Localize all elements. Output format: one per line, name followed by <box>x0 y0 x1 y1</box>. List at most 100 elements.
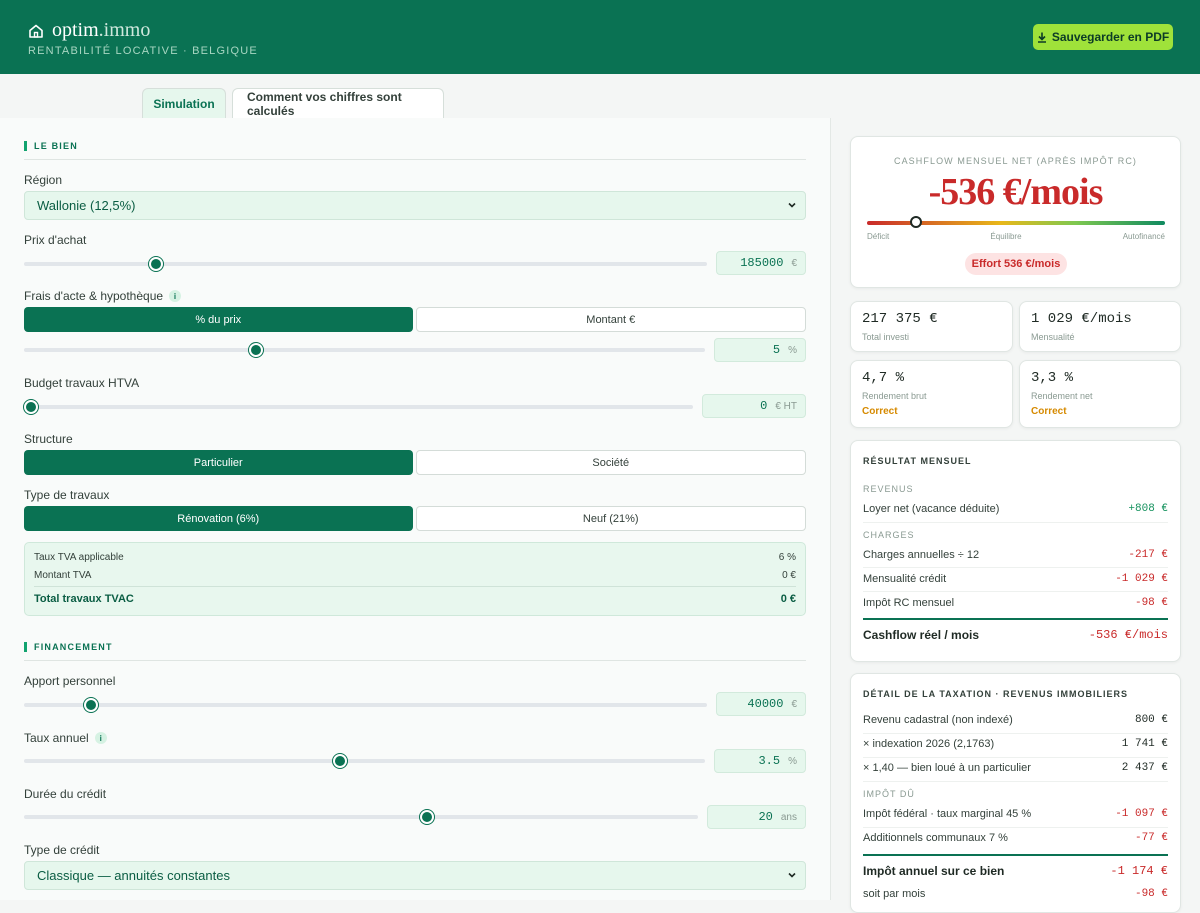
download-icon <box>1037 32 1046 43</box>
apport-label: Apport personnel <box>24 674 116 688</box>
kpi-value: 217 375 € <box>862 311 938 327</box>
type-travaux-renovation[interactable]: Rénovation (6%) <box>24 506 413 531</box>
row-label: Mensualité crédit <box>863 573 947 585</box>
frais-label-text: Frais d'acte & hypothèque <box>24 289 164 303</box>
section-divider <box>24 159 806 160</box>
frais-input[interactable]: 5 % <box>714 338 806 362</box>
total-divider <box>863 854 1168 856</box>
row-value: -98 € <box>1134 888 1168 900</box>
apport-input[interactable]: 40000 € <box>716 692 806 716</box>
prix-slider-track[interactable] <box>24 262 707 266</box>
row-divider <box>863 733 1168 734</box>
kpi-label: Rendement net <box>1031 391 1093 401</box>
info-icon[interactable]: i <box>94 732 107 744</box>
row-label: Revenu cadastral (non indexé) <box>863 714 1013 726</box>
prix-label: Prix d'achat <box>24 233 87 247</box>
structure-particulier[interactable]: Particulier <box>24 450 413 475</box>
communal-row: Additionnels communaux 7 % -77 € <box>863 832 1168 844</box>
tva-rate-label: Taux TVA applicable <box>34 552 124 563</box>
save-pdf-button[interactable]: Sauvegarder en PDF <box>1033 24 1173 50</box>
type-credit-select[interactable]: Classique — annuités constantes <box>24 861 806 890</box>
kpi-value: 4,7 % <box>862 370 905 386</box>
tva-total-value: 0 € <box>780 593 796 605</box>
cashflow-gauge-labels: Déficit Équilibre Autofinancé <box>867 232 1165 241</box>
row-value: -98 € <box>1134 597 1168 609</box>
frais-mode-amount[interactable]: Montant € <box>415 307 806 332</box>
tva-amount-row: Montant TVA 0 € <box>34 570 796 581</box>
total-divider <box>863 618 1168 620</box>
duree-slider-thumb[interactable] <box>420 810 434 824</box>
type-travaux-neuf[interactable]: Neuf (21%) <box>415 506 806 531</box>
group-label-impot: IMPÔT DÛ <box>863 789 915 799</box>
house-icon <box>29 24 43 38</box>
coefficient-row: × 1,40 — bien loué à un particulier 2 43… <box>863 762 1168 774</box>
group-label-revenus: REVENUS <box>863 484 914 494</box>
tab-calculation-explained[interactable]: Comment vos chiffres sont calculés <box>232 88 444 118</box>
region-label: Région <box>24 173 63 187</box>
structure-societe[interactable]: Société <box>415 450 806 475</box>
taux-input-value: 3.5 <box>758 754 781 768</box>
duree-input[interactable]: 20 ans <box>707 805 806 829</box>
tva-total-row: Total travaux TVAC 0 € <box>34 593 796 605</box>
travaux-label: Budget travaux HTVA <box>24 376 140 390</box>
info-icon[interactable]: i <box>169 290 182 302</box>
apport-input-value: 40000 <box>747 697 784 711</box>
row-divider <box>863 591 1168 592</box>
row-value: 1 741 € <box>1121 738 1168 750</box>
kpi-rating-badge: Correct <box>1031 406 1067 417</box>
save-pdf-label: Sauvegarder en PDF <box>1051 30 1170 44</box>
taux-input[interactable]: 3.5 % <box>714 749 806 773</box>
taxation-card: DÉTAIL DE LA TAXATION · REVENUS IMMOBILI… <box>850 673 1181 913</box>
frais-unit: % <box>788 344 797 356</box>
frais-mode-percent[interactable]: % du prix <box>24 307 413 332</box>
duree-unit: ans <box>780 811 797 823</box>
section-divider <box>24 660 806 661</box>
group-label-charges: CHARGES <box>863 530 915 540</box>
taux-slider-thumb[interactable] <box>332 754 347 768</box>
apport-slider-track[interactable] <box>24 703 707 707</box>
kpi-rating-badge: Correct <box>862 406 898 417</box>
region-select-value: Wallonie (12,5%) <box>37 198 136 213</box>
brand-name-main: optim <box>52 19 99 41</box>
apport-slider-thumb[interactable] <box>83 698 98 712</box>
prix-slider-thumb[interactable] <box>149 257 164 271</box>
tva-amount-value: 0 € <box>782 570 796 581</box>
tab-bar: Simulation Comment vos chiffres sont cal… <box>142 88 444 118</box>
tab-simulation[interactable]: Simulation <box>142 88 226 118</box>
rc-row: Revenu cadastral (non indexé) 800 € <box>863 714 1168 726</box>
taux-slider-track[interactable] <box>24 759 705 763</box>
prix-input-value: 185000 <box>740 256 784 270</box>
row-value: 800 € <box>1134 714 1168 726</box>
row-divider <box>863 757 1168 758</box>
chevron-down-icon <box>788 202 796 208</box>
frais-slider-thumb[interactable] <box>248 343 263 357</box>
travaux-input[interactable]: 0 € HT <box>702 394 806 418</box>
kpi-label: Rendement brut <box>862 391 927 401</box>
prix-input[interactable]: 185000 € <box>716 251 806 275</box>
structure-toggle: Particulier Société <box>24 450 806 475</box>
travaux-input-value: 0 <box>760 399 768 413</box>
brand-logo[interactable]: optim.immo <box>28 19 150 42</box>
duree-input-value: 20 <box>758 810 773 824</box>
brand-name: optim.immo <box>52 19 150 42</box>
row-divider <box>863 781 1168 782</box>
gauge-label-equilibre: Équilibre <box>990 232 1022 241</box>
row-label: × indexation 2026 (2,1763) <box>863 738 995 750</box>
row-label: × 1,40 — bien loué à un particulier <box>863 762 1031 774</box>
chevron-down-icon <box>788 872 796 878</box>
tva-rate-row: Taux TVA applicable 6 % <box>34 552 796 563</box>
row-label: Impôt annuel sur ce bien <box>863 864 1005 878</box>
row-label: Impôt RC mensuel <box>863 597 955 609</box>
travaux-unit: € HT <box>775 400 797 412</box>
gauge-label-autofinance: Autofinancé <box>1122 232 1165 241</box>
duree-slider-track[interactable] <box>24 815 698 819</box>
frais-slider-track[interactable] <box>24 348 705 352</box>
travaux-slider-thumb[interactable] <box>24 400 38 414</box>
cashflow-value: -536 €/mois <box>928 171 1104 213</box>
type-travaux-label: Type de travaux <box>24 488 110 502</box>
kpi-rendement-brut: 4,7 % Rendement brut Correct <box>850 360 1013 428</box>
region-select[interactable]: Wallonie (12,5%) <box>24 191 806 220</box>
kpi-value: 3,3 % <box>1031 370 1074 386</box>
travaux-slider-track[interactable] <box>24 405 693 409</box>
row-divider <box>863 827 1168 828</box>
